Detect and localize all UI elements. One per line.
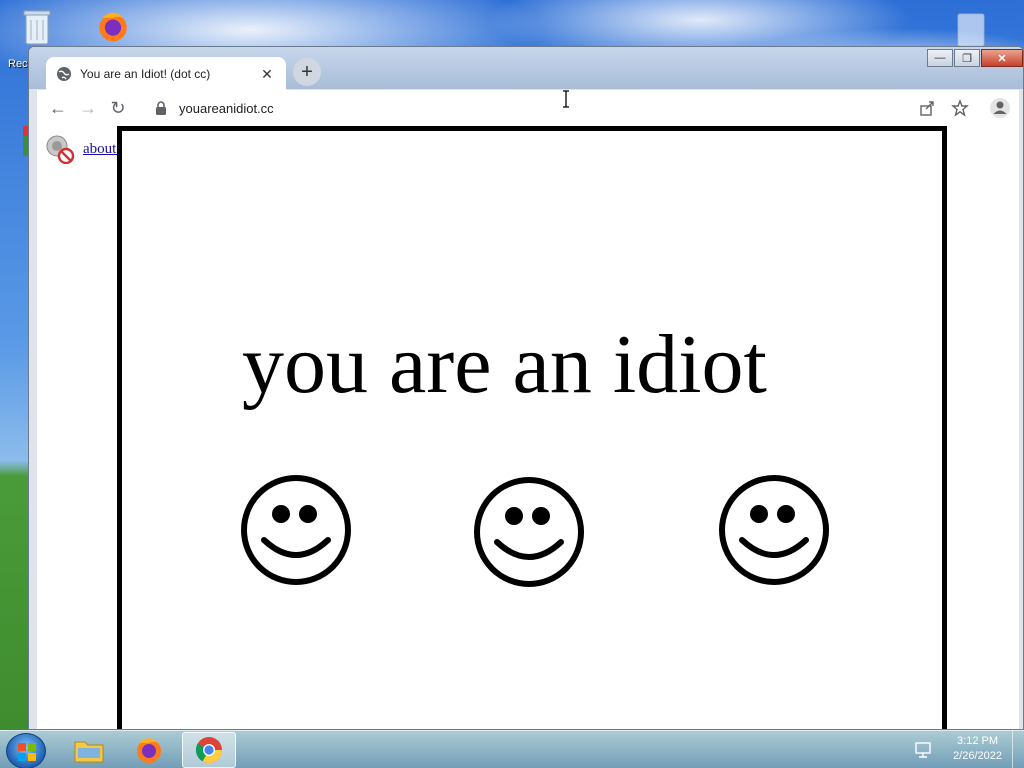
taskbar-chrome[interactable] <box>182 732 236 768</box>
bookmark-star-icon[interactable] <box>951 99 969 117</box>
web-page: about:flash you are an idiot <box>37 90 1019 729</box>
taskbar-file-explorer[interactable] <box>62 732 116 768</box>
clock-time: 3:12 PM <box>957 735 999 747</box>
chrome-icon <box>195 737 223 764</box>
globe-icon <box>57 67 71 81</box>
recycle-bin-icon[interactable] <box>20 6 54 46</box>
taskbar: 3:12 PM 2/26/2022 <box>0 730 1024 768</box>
system-clock[interactable]: 3:12 PM 2/26/2022 <box>953 734 1002 764</box>
address-bar[interactable]: youareanidiot.cc <box>145 94 951 122</box>
back-button[interactable]: ← <box>43 93 73 123</box>
blocked-plugin-icon <box>46 135 75 164</box>
close-tab-button[interactable]: ✕ <box>258 66 276 83</box>
title-bar: — ❐ ✕ You are an Idiot! (dot cc) ✕ + <box>29 47 1023 91</box>
document-icon[interactable] <box>954 12 988 48</box>
firefox-desktop-icon[interactable] <box>96 6 130 46</box>
smiley-face-icon <box>474 477 584 587</box>
clock-date: 2/26/2022 <box>953 750 1002 762</box>
smiley-face-icon <box>241 475 351 585</box>
url-text[interactable]: youareanidiot.cc <box>179 101 274 116</box>
headline-text: you are an idiot <box>242 318 767 411</box>
show-desktop-button[interactable] <box>1012 731 1024 768</box>
maximize-button[interactable]: ❐ <box>954 49 980 67</box>
flash-content-frame[interactable]: you are an idiot <box>117 126 947 729</box>
profile-avatar-icon[interactable] <box>989 97 1011 119</box>
browser-window: — ❐ ✕ You are an Idiot! (dot cc) ✕ + ← →… <box>28 46 1024 730</box>
close-window-button[interactable]: ✕ <box>981 49 1023 67</box>
lock-icon[interactable] <box>155 101 167 115</box>
share-icon[interactable] <box>919 100 935 116</box>
forward-button[interactable]: → <box>73 93 103 123</box>
tab-title: You are an Idiot! (dot cc) <box>80 67 211 81</box>
recycle-bin-label: Rec <box>8 58 28 70</box>
windows-logo-icon <box>18 743 36 761</box>
new-tab-button[interactable]: + <box>293 58 321 86</box>
reload-button[interactable]: ↻ <box>103 93 133 123</box>
start-button[interactable] <box>6 733 46 768</box>
text-cursor-icon <box>563 90 569 108</box>
browser-toolbar: ← → ↻ youareanidiot.cc <box>37 90 1019 126</box>
firefox-icon <box>137 738 161 763</box>
minimize-button[interactable]: — <box>927 49 953 67</box>
smiley-face-icon <box>719 475 829 585</box>
network-tray-icon[interactable] <box>914 741 932 759</box>
taskbar-firefox[interactable] <box>122 732 176 768</box>
folder-icon <box>74 741 104 763</box>
tab-you-are-an-idiot[interactable]: You are an Idiot! (dot cc) ✕ <box>46 57 286 91</box>
